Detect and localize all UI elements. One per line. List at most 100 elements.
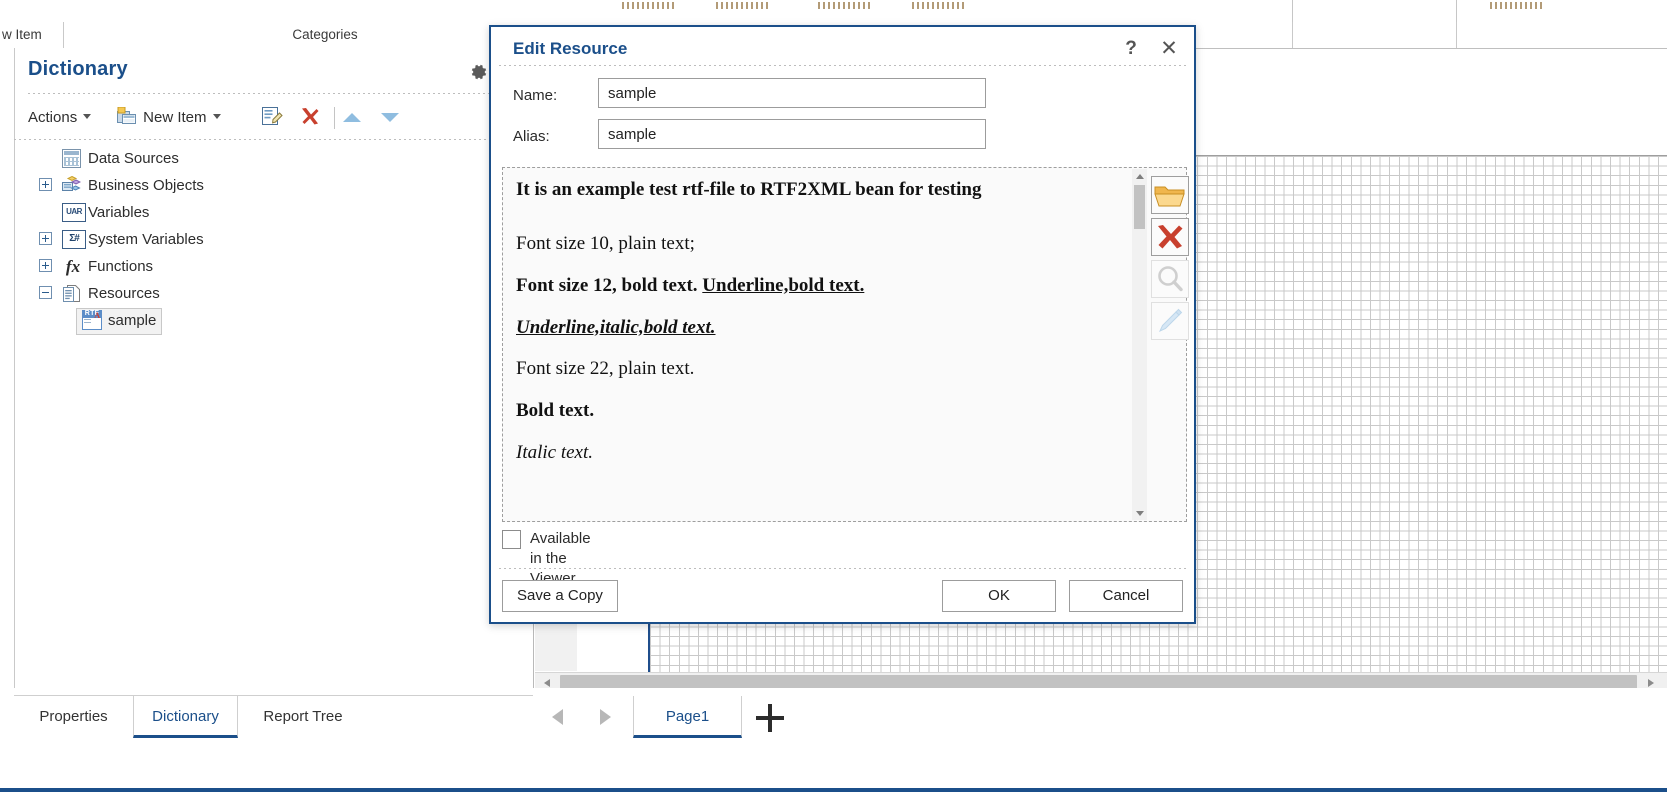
rtf-line: It is an example test rtf-file to RTF2XM…: [516, 179, 982, 200]
name-label: Name:: [513, 87, 558, 104]
available-in-viewer-checkbox[interactable]: [502, 530, 521, 549]
expander-icon[interactable]: [39, 232, 52, 245]
resource-content-area: It is an example test rtf-file to RTF2XM…: [502, 167, 1189, 522]
divider: [28, 93, 533, 94]
rtf-line: Bold text.: [516, 400, 595, 422]
scroll-thumb[interactable]: [1134, 185, 1145, 229]
divider: [1292, 0, 1293, 22]
rtf-preview[interactable]: It is an example test rtf-file to RTF2XM…: [504, 169, 1132, 520]
divider: [499, 65, 1186, 66]
new-item-label: New Item: [143, 109, 207, 126]
tree-item-label: Business Objects: [88, 177, 204, 194]
divider: [63, 22, 64, 48]
delete-item-icon[interactable]: [299, 104, 325, 132]
status-accent-bar: [0, 788, 1667, 792]
prev-page-icon[interactable]: [552, 709, 563, 725]
tree-item-label: Data Sources: [88, 150, 179, 167]
top-ruler-strip: [0, 0, 1667, 22]
help-icon[interactable]: ?: [1116, 35, 1146, 63]
tree-item-resources[interactable]: Resources: [14, 280, 533, 307]
divider: [1292, 22, 1293, 48]
open-file-icon[interactable]: [1151, 176, 1189, 214]
rtf-line: Underline,italic,bold text.: [516, 316, 716, 338]
dictionary-tree: Data Sources Business Objects UAR Variab…: [14, 145, 533, 688]
tab-report-tree[interactable]: Report Tree: [238, 696, 368, 738]
rtf-vertical-scrollbar[interactable]: [1132, 169, 1147, 520]
actions-label: Actions: [28, 109, 78, 126]
system-variables-icon: Σ#: [62, 230, 86, 249]
alias-label: Alias:: [513, 128, 550, 145]
gear-icon[interactable]: [469, 62, 489, 82]
next-page-icon[interactable]: [600, 709, 611, 725]
edit-item-icon[interactable]: [261, 104, 289, 132]
divider: [499, 568, 1186, 569]
edit-pencil-icon: [1151, 302, 1189, 340]
new-item-menu-button[interactable]: New Item: [117, 104, 221, 132]
chevron-down-icon: [83, 114, 92, 119]
tree-item-label: System Variables: [88, 231, 204, 248]
arrow-down-icon[interactable]: [381, 113, 399, 122]
rtf-file-icon: RTF A: [82, 310, 102, 330]
resource-tool-strip: [1151, 176, 1191, 344]
variables-icon: UAR: [62, 203, 86, 222]
tab-properties[interactable]: Properties: [14, 696, 133, 738]
band-tick: [1490, 2, 1544, 9]
rtf-line: Font size 10, plain text;: [516, 232, 695, 254]
page-tab-page1[interactable]: Page1: [633, 696, 742, 738]
rtf-line: Italic text.: [516, 442, 594, 464]
tree-item-system-variables[interactable]: Σ# System Variables: [14, 226, 533, 253]
add-page-icon[interactable]: [756, 704, 784, 732]
divider: [14, 139, 533, 140]
divider: [1456, 22, 1457, 48]
band-tick: [912, 2, 966, 9]
save-a-copy-button[interactable]: Save a Copy: [502, 580, 618, 612]
arrow-up-icon[interactable]: [343, 113, 361, 122]
app-root: w Item Categories Dictionary Actions New…: [0, 0, 1667, 792]
tree-item-functions[interactable]: fx Functions: [14, 253, 533, 280]
header-categories-label: Categories: [292, 27, 358, 42]
actions-menu-button[interactable]: Actions: [28, 104, 92, 132]
dictionary-panel: Dictionary Actions New Item Data Sources…: [0, 48, 534, 688]
panel-left-rail: [0, 48, 15, 688]
divider: [334, 107, 335, 129]
dialog-title: Edit Resource: [513, 39, 628, 58]
scroll-down-arrow[interactable]: [1132, 506, 1147, 520]
close-icon[interactable]: ✕: [1154, 35, 1184, 63]
band-tick: [622, 2, 676, 9]
new-item-icon: [117, 106, 139, 126]
dictionary-header: Dictionary: [14, 48, 533, 94]
delete-icon[interactable]: [1151, 218, 1189, 256]
tree-item-data-sources[interactable]: Data Sources: [14, 145, 533, 172]
page-title: Dictionary: [28, 58, 128, 80]
dictionary-toolbar: Actions New Item: [14, 95, 533, 140]
preview-icon: [1151, 260, 1189, 298]
business-objects-icon: [62, 175, 82, 195]
band-tick: [716, 2, 770, 9]
expander-icon[interactable]: [39, 259, 52, 272]
alias-input[interactable]: [598, 119, 986, 149]
tree-item-variables[interactable]: UAR Variables: [14, 199, 533, 226]
tree-item-label: sample: [108, 312, 157, 329]
functions-icon: fx: [65, 257, 81, 276]
expander-icon[interactable]: [39, 286, 52, 299]
ok-button[interactable]: OK: [942, 580, 1056, 612]
header-new-item-label: w Item: [2, 27, 42, 42]
name-input[interactable]: [598, 78, 986, 108]
chevron-down-icon: [212, 114, 221, 119]
tree-item-label: Functions: [88, 258, 154, 275]
expander-icon[interactable]: [39, 178, 52, 191]
tree-item-business-objects[interactable]: Business Objects: [14, 172, 533, 199]
band-tick: [818, 2, 872, 9]
tree-item-label: Variables: [88, 204, 150, 221]
tree-item-sample[interactable]: RTF A sample: [14, 307, 533, 335]
resources-icon: [62, 284, 81, 303]
bottom-tab-bar: Properties Dictionary Report Tree Page1: [0, 688, 1667, 792]
scroll-up-arrow[interactable]: [1132, 169, 1147, 183]
rtf-line: Font size 12, bold text. Underline,bold …: [516, 275, 1120, 297]
data-sources-icon: [62, 149, 81, 168]
rtf-line: Font size 22, plain text.: [516, 358, 695, 380]
tab-dictionary[interactable]: Dictionary: [133, 696, 238, 738]
cancel-button[interactable]: Cancel: [1069, 580, 1183, 612]
rtf-run: Font size 12, bold text.: [516, 274, 703, 296]
rtf-run-underline: Underline,bold text.: [702, 274, 865, 296]
